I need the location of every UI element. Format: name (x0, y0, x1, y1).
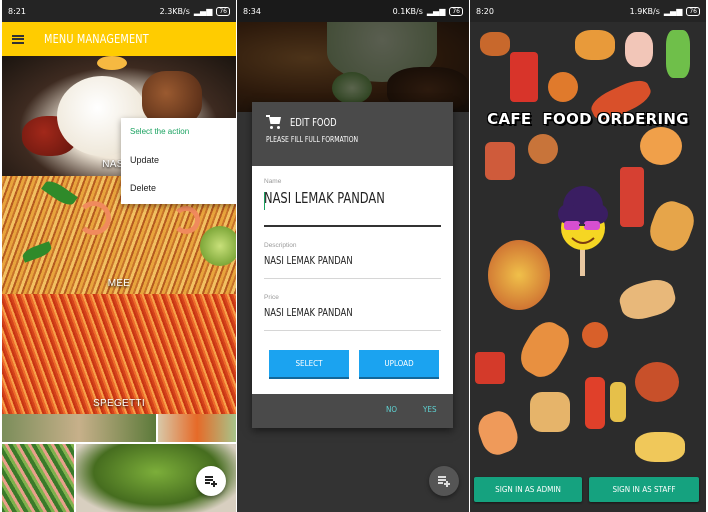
name-field[interactable]: Name NASI LEMAK PANDAN (264, 178, 441, 228)
status-bar: 8:20 1.9KB/s ▂▄▆ 76 (470, 0, 706, 22)
battery-icon: 76 (449, 6, 463, 16)
food-thumbnail[interactable] (158, 414, 236, 442)
signal-icon: ▂▄▆ (663, 6, 683, 16)
network-speed: 1.9KB/s (629, 6, 660, 16)
playlist-add-icon (438, 476, 450, 487)
network-speed: 2.3KB/s (159, 6, 190, 16)
mascot-logo (558, 186, 608, 276)
edit-food-dialog: EDIT FOOD PLEASE FILL FULL FORMATION Nam… (252, 102, 453, 428)
yes-button[interactable]: YES (423, 405, 437, 414)
upload-image-button[interactable]: UPLOAD (359, 350, 439, 377)
status-time: 8:20 (476, 6, 494, 16)
description-field[interactable]: Description NASI LEMAK PANDAN (264, 242, 441, 282)
app-bar: MENU MANAGEMENT (2, 22, 236, 56)
action-context-menu: Select the action Update Delete (121, 118, 236, 204)
menu-icon[interactable] (12, 34, 24, 44)
app-title: CAFE FOOD ORDERING (487, 110, 689, 128)
food-item-spegetti[interactable]: SPEGETTI (2, 294, 236, 414)
text-cursor (264, 192, 265, 210)
menu-management-screen: 8:21 2.3KB/s ▂▄▆ 76 MENU MANAGEMENT NASI… (2, 0, 236, 512)
playlist-add-icon (205, 476, 217, 487)
add-food-button[interactable] (429, 466, 459, 496)
signal-icon: ▂▄▆ (193, 6, 213, 16)
food-label: MEE (107, 278, 131, 289)
menu-item-delete[interactable]: Delete (121, 174, 236, 202)
battery-icon: 76 (686, 6, 700, 16)
menu-title: Select the action (130, 127, 190, 136)
menu-item-update[interactable]: Update (121, 146, 236, 174)
add-food-button[interactable] (196, 466, 226, 496)
name-value: NASI LEMAK PANDAN (264, 189, 385, 207)
name-label: Name (264, 178, 282, 185)
description-value: NASI LEMAK PANDAN (264, 254, 353, 267)
status-bar: 8:34 0.1KB/s ▂▄▆ 76 (237, 0, 469, 22)
dialog-subtitle: PLEASE FILL FULL FORMATION (266, 135, 359, 144)
price-field[interactable]: Price NASI LEMAK PANDAN (264, 294, 441, 334)
select-image-button[interactable]: SELECT (269, 350, 349, 377)
dialog-actions: NO YES (252, 394, 453, 428)
signal-icon: ▂▄▆ (426, 6, 446, 16)
no-button[interactable]: NO (386, 405, 397, 414)
sign-in-staff-button[interactable]: SIGN IN AS STAFF (589, 477, 699, 502)
food-grid-row (2, 414, 236, 442)
status-bar: 8:21 2.3KB/s ▂▄▆ 76 (2, 0, 236, 22)
network-speed: 0.1KB/s (392, 6, 423, 16)
battery-icon: 76 (216, 6, 230, 16)
food-thumbnail[interactable] (2, 414, 156, 442)
price-label: Price (264, 294, 279, 301)
food-thumbnail[interactable] (2, 444, 74, 512)
description-label: Description (264, 242, 297, 249)
price-value: NASI LEMAK PANDAN (264, 306, 353, 319)
status-time: 8:21 (8, 6, 26, 16)
food-label: SPEGETTI (93, 398, 145, 409)
dialog-header: EDIT FOOD PLEASE FILL FULL FORMATION (252, 102, 453, 166)
dialog-form: Name NASI LEMAK PANDAN Description NASI … (252, 166, 453, 394)
splash-screen: 8:20 1.9KB/s ▂▄▆ 76 CAFE FOOD ORDERING S… (470, 0, 706, 512)
status-time: 8:34 (243, 6, 261, 16)
cart-icon (266, 115, 282, 129)
edit-food-screen: 8:34 0.1KB/s ▂▄▆ 76 EDIT FOOD PLEASE FIL… (237, 0, 469, 512)
page-title: MENU MANAGEMENT (44, 32, 149, 46)
dialog-title: EDIT FOOD (290, 115, 337, 129)
sign-in-admin-button[interactable]: SIGN IN AS ADMIN (474, 477, 582, 502)
